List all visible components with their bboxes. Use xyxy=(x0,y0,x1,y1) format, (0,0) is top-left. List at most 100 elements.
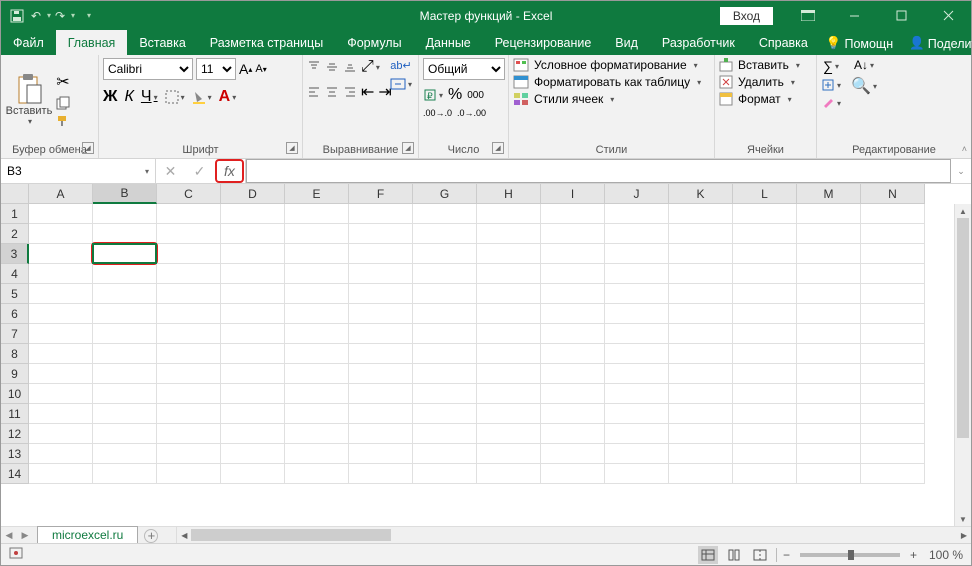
orientation-icon[interactable]: ⤢▾ xyxy=(361,58,380,76)
cell[interactable] xyxy=(285,284,349,304)
cell[interactable] xyxy=(669,284,733,304)
cell[interactable] xyxy=(157,424,221,444)
align-launcher-icon[interactable]: ◢ xyxy=(402,142,414,154)
cell[interactable] xyxy=(285,444,349,464)
cell[interactable] xyxy=(605,464,669,484)
cell[interactable] xyxy=(733,384,797,404)
cell[interactable] xyxy=(349,204,413,224)
scroll-left-icon[interactable]: ◀ xyxy=(177,527,191,543)
cell[interactable] xyxy=(157,304,221,324)
row-header[interactable]: 1 xyxy=(1,204,29,224)
share-button[interactable]: 👤Поделиться xyxy=(903,32,972,55)
cell[interactable] xyxy=(349,384,413,404)
cell[interactable] xyxy=(541,444,605,464)
cell[interactable] xyxy=(733,204,797,224)
name-box[interactable]: B3▾ xyxy=(1,159,156,183)
cell[interactable] xyxy=(861,424,925,444)
cell[interactable] xyxy=(157,244,221,264)
cell[interactable] xyxy=(477,224,541,244)
enter-formula-icon[interactable]: ✓ xyxy=(185,159,214,183)
cell[interactable] xyxy=(157,204,221,224)
cell[interactable] xyxy=(861,244,925,264)
cell[interactable] xyxy=(669,204,733,224)
cell[interactable] xyxy=(349,344,413,364)
qa-customize-icon[interactable]: ▾ xyxy=(87,11,91,20)
cell[interactable] xyxy=(669,464,733,484)
cell[interactable] xyxy=(349,424,413,444)
namebox-dropdown-icon[interactable]: ▾ xyxy=(145,167,149,176)
cell[interactable] xyxy=(733,444,797,464)
cell[interactable] xyxy=(861,264,925,284)
cell[interactable] xyxy=(733,344,797,364)
number-launcher-icon[interactable]: ◢ xyxy=(492,142,504,154)
cell[interactable] xyxy=(29,284,93,304)
zoom-in-button[interactable]: + xyxy=(910,548,917,562)
vertical-scrollbar[interactable]: ▲ ▼ xyxy=(954,204,971,526)
row-header[interactable]: 8 xyxy=(1,344,29,364)
scroll-right-icon[interactable]: ▶ xyxy=(957,527,971,543)
cell[interactable] xyxy=(669,224,733,244)
cell[interactable] xyxy=(669,324,733,344)
wrap-text-icon[interactable]: ab↵ xyxy=(390,59,412,72)
cell[interactable] xyxy=(93,444,157,464)
column-header[interactable]: G xyxy=(413,184,477,204)
cell[interactable] xyxy=(797,264,861,284)
cell[interactable] xyxy=(285,244,349,264)
cut-icon[interactable]: ✂ xyxy=(56,72,70,92)
cell[interactable] xyxy=(605,324,669,344)
cell[interactable] xyxy=(285,224,349,244)
tab-data[interactable]: Данные xyxy=(414,30,483,55)
tab-formulas[interactable]: Формулы xyxy=(335,30,413,55)
column-header[interactable]: I xyxy=(541,184,605,204)
cell[interactable] xyxy=(93,464,157,484)
cell[interactable] xyxy=(157,364,221,384)
cell[interactable] xyxy=(93,284,157,304)
comma-icon[interactable]: 000 xyxy=(467,86,484,104)
decrease-indent-icon[interactable]: ⇤ xyxy=(361,82,374,102)
cell[interactable] xyxy=(157,264,221,284)
cell[interactable] xyxy=(413,324,477,344)
cell[interactable] xyxy=(93,244,157,264)
cell[interactable] xyxy=(669,244,733,264)
tab-view[interactable]: Вид xyxy=(603,30,650,55)
cell[interactable] xyxy=(797,424,861,444)
column-header[interactable]: B xyxy=(93,184,157,204)
login-button[interactable]: Вход xyxy=(720,7,773,25)
cell[interactable] xyxy=(861,444,925,464)
cell[interactable] xyxy=(349,464,413,484)
cell[interactable] xyxy=(669,304,733,324)
cell[interactable] xyxy=(413,404,477,424)
cell[interactable] xyxy=(157,284,221,304)
column-header[interactable]: D xyxy=(221,184,285,204)
number-format-select[interactable]: Общий xyxy=(423,58,505,80)
clipboard-launcher-icon[interactable]: ◢ xyxy=(82,142,94,154)
cell[interactable] xyxy=(541,224,605,244)
vscroll-thumb[interactable] xyxy=(957,218,969,438)
cell[interactable] xyxy=(413,444,477,464)
font-launcher-icon[interactable]: ◢ xyxy=(286,142,298,154)
cell[interactable] xyxy=(413,344,477,364)
minimize-icon[interactable] xyxy=(832,1,877,30)
cell[interactable] xyxy=(733,364,797,384)
underline-button[interactable]: Ч▾ xyxy=(141,88,158,106)
cell[interactable] xyxy=(605,404,669,424)
scroll-down-icon[interactable]: ▼ xyxy=(955,512,971,526)
row-header[interactable]: 10 xyxy=(1,384,29,404)
insert-function-button[interactable]: fx xyxy=(215,159,244,183)
cell[interactable] xyxy=(349,364,413,384)
cell[interactable] xyxy=(477,344,541,364)
cell[interactable] xyxy=(413,244,477,264)
cell[interactable] xyxy=(221,384,285,404)
cell[interactable] xyxy=(797,344,861,364)
cell[interactable] xyxy=(93,204,157,224)
cell[interactable] xyxy=(541,264,605,284)
cell[interactable] xyxy=(541,364,605,384)
cell[interactable] xyxy=(541,424,605,444)
record-macro-icon[interactable] xyxy=(9,547,23,559)
cell[interactable] xyxy=(29,304,93,324)
align-middle-icon[interactable] xyxy=(325,58,339,76)
ribbon-mode-icon[interactable] xyxy=(785,1,830,30)
cell[interactable] xyxy=(477,324,541,344)
fill-color-icon[interactable]: ▾ xyxy=(192,90,212,104)
cell[interactable] xyxy=(285,324,349,344)
